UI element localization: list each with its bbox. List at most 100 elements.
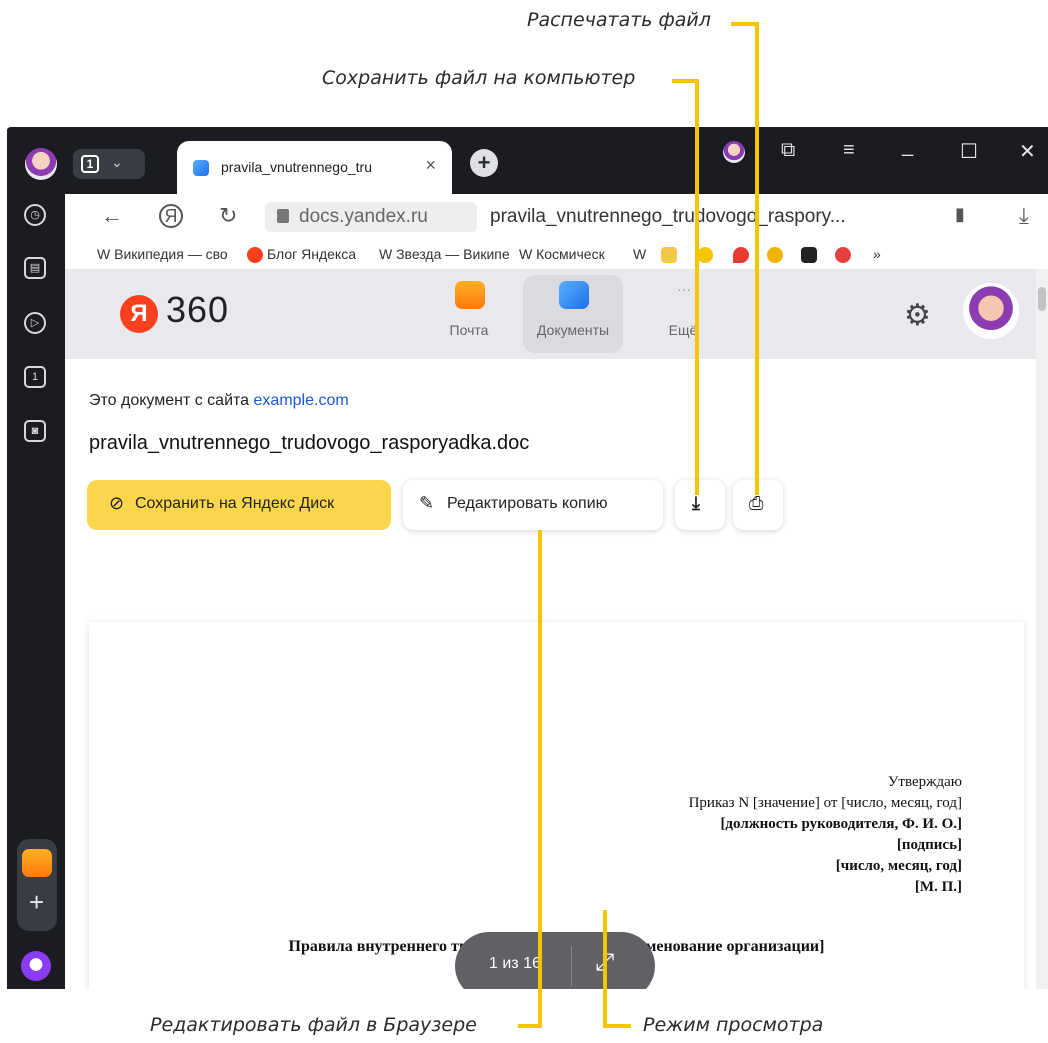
close-tab-icon[interactable]: × (425, 155, 436, 176)
download-icon[interactable]: ⤓ (1019, 203, 1029, 229)
service-mail-label: Почта (449, 322, 489, 338)
approve-line-4: [подпись] (896, 837, 962, 853)
callout-save-to-pc: Сохранить файл на компьютер (322, 67, 636, 89)
callout-line-save-v (695, 79, 699, 495)
address-bar: ← Я ↻ docs.yandex.ru pravila_vnutrennego… (65, 194, 1048, 239)
mail-icon (455, 281, 485, 309)
tabs-rail-icon[interactable]: 1 (24, 366, 46, 388)
window-close-icon[interactable]: ✕ (1019, 139, 1036, 164)
service-more[interactable]: ··· Ещё (633, 269, 733, 359)
user-avatar[interactable] (963, 283, 1019, 339)
tab-count-button[interactable]: 1 ⌄ (73, 149, 145, 179)
service-documents[interactable]: Документы (523, 275, 623, 353)
source-prefix: Это документ с сайта (89, 392, 250, 409)
browser-window: 1 ⌄ pravila_vnutrennego_tru × + ⧉ ≡ _ ☐ … (7, 127, 1048, 989)
yandex-blog-icon (247, 247, 263, 263)
printer-icon: ⎙ (749, 493, 764, 513)
minimize-icon[interactable]: _ (902, 135, 913, 158)
yandex-logo[interactable]: Я (120, 295, 158, 333)
title-bar: 1 ⌄ pravila_vnutrennego_tru × + ⧉ ≡ _ ☐ … (7, 127, 1048, 194)
games-bookmark-icon[interactable] (767, 247, 783, 263)
tab-document[interactable]: pravila_vnutrennego_tru × (177, 141, 452, 194)
collections-rail-icon[interactable]: ▤ (24, 257, 46, 279)
history-icon[interactable]: ◷ (24, 204, 46, 226)
weather-bookmark-icon[interactable] (835, 247, 851, 263)
source-link[interactable]: example.com (254, 392, 349, 409)
callout-line-edit-h (518, 1024, 542, 1028)
site-info-button[interactable]: docs.yandex.ru (265, 202, 477, 232)
chevron-down-icon: ⌄ (111, 154, 123, 170)
logo-360: 360 (166, 289, 230, 330)
approve-line-1: Утверждаю (887, 774, 962, 790)
alice-icon[interactable] (21, 951, 51, 981)
callout-line-edit-v (538, 530, 542, 1028)
more-bookmarks-icon[interactable]: » (873, 246, 881, 262)
save-to-disk-label: Сохранить на Яндекс Диск (135, 495, 335, 512)
maps-bookmark-icon[interactable] (733, 247, 749, 263)
bookmark-star[interactable]: W Звезда — Википе (379, 246, 511, 262)
bookmarks-bar: W Википедия — сво Блог Яндекса W Звезда … (65, 239, 1048, 269)
viewer-controls: 1 из 16 ⤢ (455, 932, 655, 989)
service-documents-label: Документы (536, 322, 610, 338)
bookmark-wiki-short[interactable]: W (633, 246, 646, 262)
lock-icon (277, 209, 289, 223)
add-app-icon[interactable]: + (29, 889, 44, 915)
page-content: ← Я ↻ docs.yandex.ru pravila_vnutrennego… (65, 194, 1048, 989)
yandex-search-icon[interactable]: Я (159, 204, 183, 228)
page-counter: 1 из 16 (489, 955, 541, 972)
approve-line-2: Приказ N [значение] от [число, месяц, го… (688, 795, 962, 811)
download-file-icon: ⤓ (692, 493, 700, 513)
approve-line-3: [должность руководителя, Ф. И. О.] (720, 816, 962, 832)
maximize-icon[interactable]: ☐ (960, 139, 978, 164)
approve-line-6: [М. П.] (914, 879, 962, 895)
tab-count: 1 (81, 155, 99, 173)
scrollbar[interactable] (1036, 269, 1048, 989)
approve-line-5: [число, месяц, год] (835, 858, 962, 874)
callout-edit-in-browser: Редактировать файл в Браузере (150, 1014, 477, 1036)
edit-copy-label: Редактировать копию (447, 495, 608, 512)
menu-icon[interactable]: ≡ (843, 139, 855, 162)
address-domain: docs.yandex.ru (299, 206, 428, 227)
screenshot-icon[interactable]: ◙ (24, 420, 46, 442)
service-mail[interactable]: Почта (419, 269, 519, 359)
document-filename: pravila_vnutrennego_trudovogo_rasporyadk… (89, 432, 530, 454)
yandex-360-header: Я 360 Почта Документы ··· Ещё ⚙ (65, 269, 1036, 359)
back-icon[interactable]: ← (101, 203, 123, 229)
profile-avatar[interactable] (25, 148, 57, 180)
music-bookmark-icon[interactable] (697, 247, 713, 263)
sidebar-apps: + (17, 839, 57, 931)
kinopoisk-bookmark-icon[interactable] (801, 247, 817, 263)
service-more-label: Ещё (668, 322, 698, 338)
pencil-icon: ✎ (419, 493, 435, 513)
sidebar: ◷ ▤ ▷ 1 ◙ + ••• (7, 194, 65, 989)
disk-icon: ⊘ (109, 493, 125, 513)
settings-gear-icon[interactable]: ⚙ (904, 298, 931, 333)
save-to-disk-button[interactable]: ⊘ Сохранить на Яндекс Диск (87, 480, 391, 530)
reload-icon[interactable]: ↻ (219, 203, 237, 229)
collections-icon[interactable]: ⧉ (781, 139, 795, 162)
mail-app-icon[interactable] (22, 849, 52, 877)
approval-block: Утверждаю Приказ N [значение] от [число,… (689, 772, 962, 898)
callout-view-mode: Режим просмотра (643, 1014, 824, 1036)
play-icon[interactable]: ▷ (24, 312, 46, 334)
tab-title: pravila_vnutrennego_tru (221, 159, 372, 175)
docs-favicon-icon (193, 160, 209, 176)
edit-copy-button[interactable]: ✎ Редактировать копию (403, 480, 663, 530)
callout-line-print-v (755, 22, 759, 495)
bookmark-space[interactable]: W Космическ (519, 246, 629, 262)
gallery-bookmark-icon[interactable] (661, 247, 677, 263)
documents-icon (559, 281, 589, 309)
bookmark-wikipedia[interactable]: W Википедия — сво (97, 246, 237, 262)
new-tab-button[interactable]: + (470, 149, 498, 177)
document-source: Это документ с сайта example.com (89, 392, 349, 410)
bookmark-icon[interactable]: ▮ (955, 204, 965, 225)
bookmark-yandex-blog[interactable]: Блог Яндекса (267, 246, 356, 262)
address-path[interactable]: pravila_vnutrennego_trudovogo_raspory... (490, 206, 846, 228)
scrollbar-thumb[interactable] (1038, 287, 1046, 311)
callout-print: Распечатать файл (527, 9, 711, 31)
download-file-button[interactable]: ⤓ (675, 480, 725, 530)
callout-line-view-v (603, 910, 607, 1028)
divider (571, 946, 572, 986)
callout-line-view-h (603, 1024, 631, 1028)
account-icon[interactable] (723, 141, 745, 163)
